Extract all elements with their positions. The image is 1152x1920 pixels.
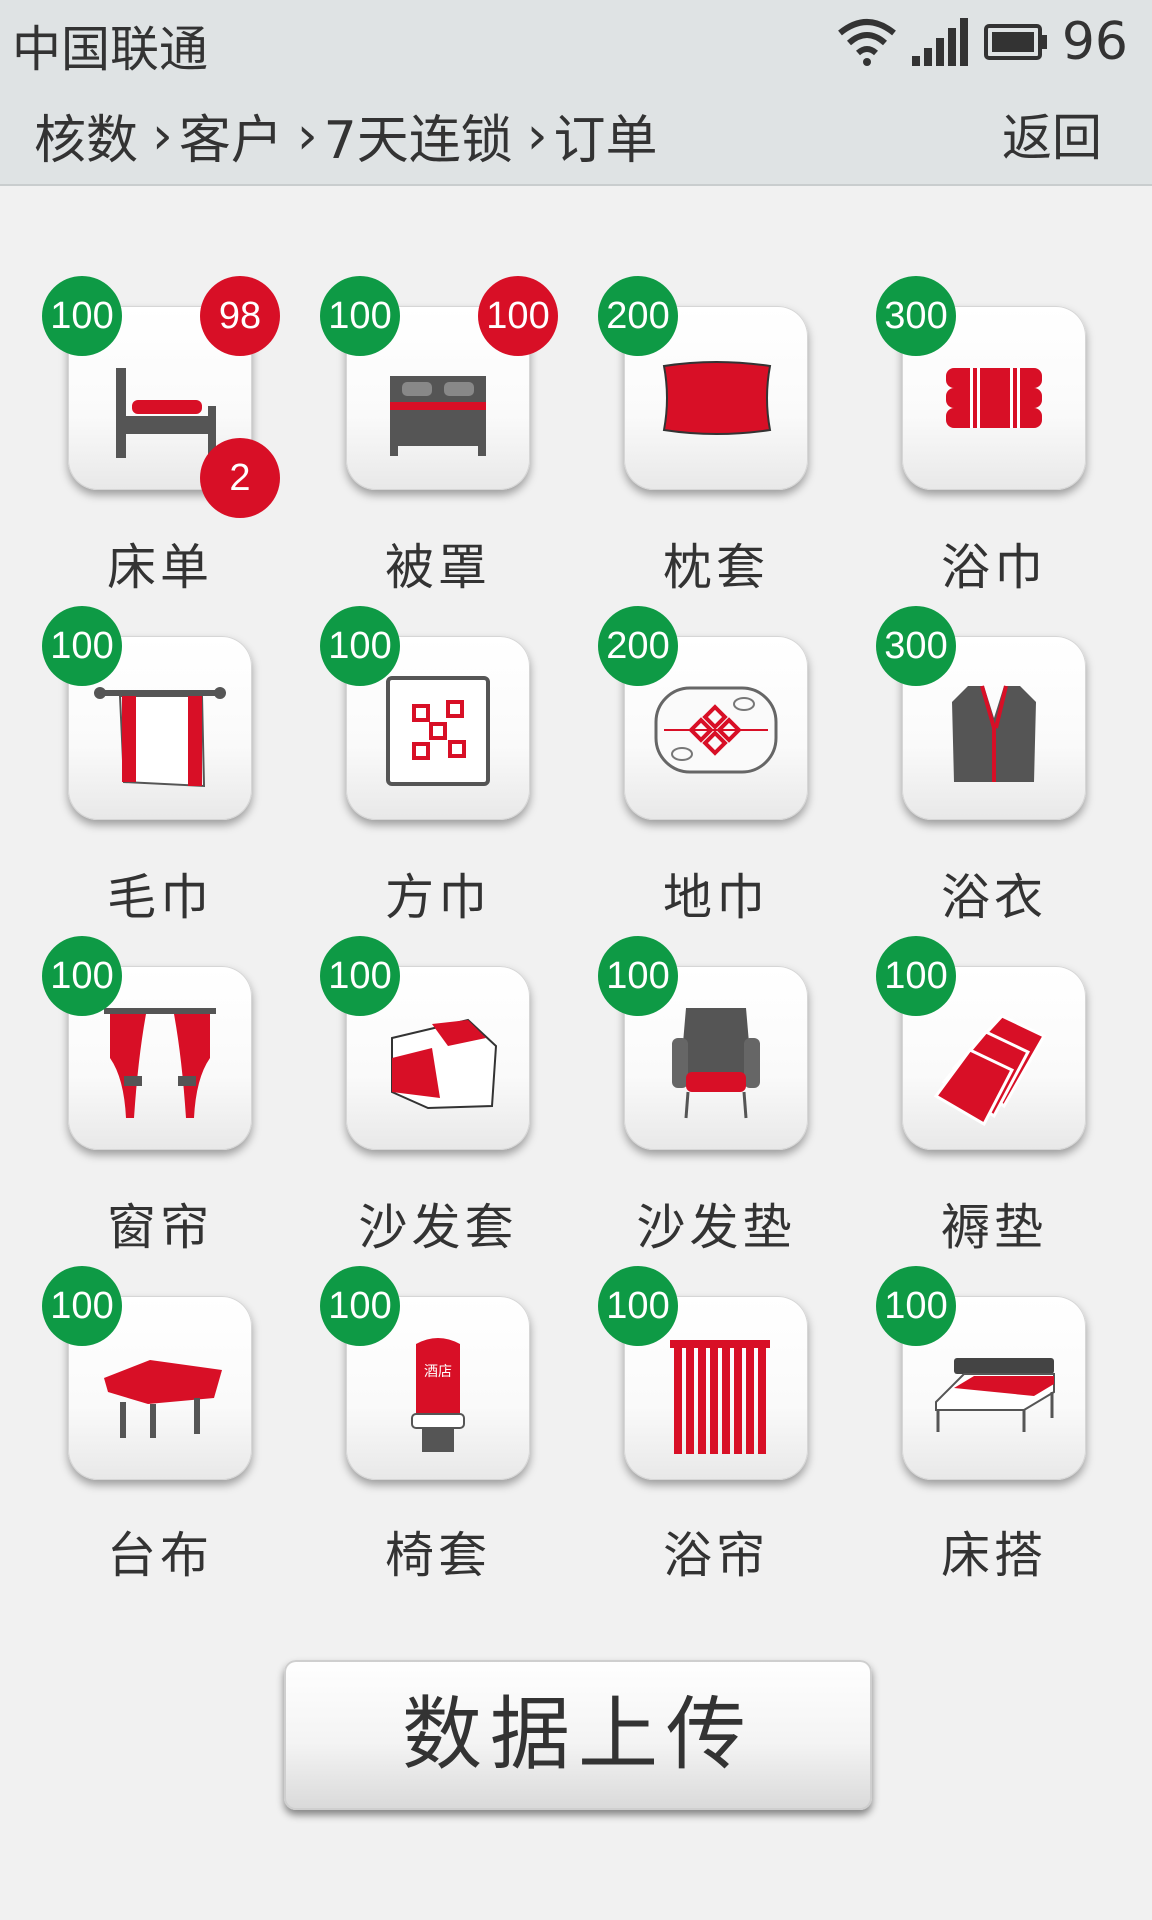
item-label: 毛巾 [106,869,213,926]
damaged-count-badge: 2 [200,438,280,518]
item-label: 台布 [106,1527,213,1584]
chevron-right-icon: › [526,105,548,166]
chair-cover-text: 酒店 [424,1364,452,1380]
item-tile-tablecloth[interactable]: 100 [42,1266,252,1480]
breadcrumb-item[interactable]: 核数 [34,98,138,173]
quantity-badge: 200 [598,276,678,356]
face-cloth-icon [386,676,490,786]
item-tile-curtain[interactable]: 100 [42,936,252,1150]
hand-towel-icon [94,687,226,788]
back-button[interactable]: 返回 [1002,98,1102,170]
item-label: 方巾 [384,869,491,926]
bed-sheet-icon [116,368,216,458]
item-label: 床搭 [940,1527,1047,1584]
item-label: 窗帘 [106,1199,213,1256]
bathrobe-icon [952,685,1036,782]
item-tile-bed-runner[interactable]: 100 [876,1266,1086,1480]
upload-data-button[interactable]: 数据上传 [284,1660,872,1810]
quantity-badge: 100 [42,936,122,1016]
item-label: 被罩 [384,539,491,596]
quantity-badge: 100 [42,1266,122,1346]
battery-level: 96 [1061,12,1128,72]
item-tile-floor-mat[interactable]: 200 [598,606,808,820]
curtain-icon [104,1008,216,1118]
item-label: 沙发套 [358,1199,518,1256]
quantity-badge: 100 [320,276,400,356]
quantity-badge: 100 [876,1266,956,1346]
item-tile-pillowcase[interactable]: 200 [598,276,808,490]
duvet-cover-icon [390,376,486,456]
chevron-right-icon: › [152,105,173,166]
item-label: 地巾 [662,869,769,926]
pending-count-badge: 98 [200,276,280,356]
item-label: 浴帘 [662,1527,769,1584]
item-tile-sofa-cushion[interactable]: 100 [598,936,808,1150]
top-bar: 中国联通 96 核数 › 客户 › 7天连锁 › 订单 返回 [0,0,1152,186]
pending-count-badge: 100 [478,276,558,356]
sofa-cushion-icon [672,1008,760,1119]
quantity-badge: 200 [598,606,678,686]
breadcrumb: 核数 › 客户 › 7天连锁 › 订单 [34,98,658,173]
item-tile-sofa-cover[interactable]: 100 [320,936,530,1150]
battery-icon [983,24,1047,60]
quantity-badge: 100 [320,606,400,686]
mattress-pad-icon [933,1014,1047,1127]
item-label: 椅套 [384,1527,491,1584]
item-label: 褥垫 [940,1199,1047,1256]
item-tile-mattress-pad[interactable]: 100 [876,936,1086,1150]
tablecloth-icon [104,1360,222,1438]
status-icons: 96 [836,12,1128,72]
breadcrumb-item[interactable]: 客户 [179,98,283,173]
quantity-badge: 300 [876,276,956,356]
item-label: 床单 [106,539,213,596]
bed-runner-icon [935,1358,1055,1432]
item-tile-bathrobe[interactable]: 300 [876,606,1086,820]
chair-cover-icon: 酒店 [411,1338,465,1452]
item-tile-chair-cover[interactable]: 酒店 100 [320,1266,530,1480]
quantity-badge: 100 [598,936,678,1016]
wifi-icon [837,19,896,66]
pillowcase-icon [662,361,772,435]
item-tile-bed-sheet[interactable]: 100 98 2 [42,276,280,518]
item-tile-shower-curtain[interactable]: 100 [598,1266,808,1480]
item-tile-face-cloth[interactable]: 100 [320,606,530,820]
sofa-cover-icon [391,1018,498,1110]
chevron-right-icon: › [296,105,318,166]
breadcrumb-item[interactable]: 7天连锁 [324,98,513,173]
item-tile-bath-towel[interactable]: 300 [876,276,1086,490]
quantity-badge: 100 [42,606,122,686]
carrier-name: 中国联通 [12,21,209,78]
shower-curtain-icon [670,1340,770,1454]
breadcrumb-item: 订单 [553,111,658,171]
quantity-badge: 100 [598,1266,678,1346]
item-label: 浴巾 [940,539,1047,596]
quantity-badge: 100 [876,936,956,1016]
quantity-badge: 100 [42,276,122,356]
floor-mat-icon [654,686,778,774]
signal-icon [911,18,968,66]
item-label: 枕套 [662,539,769,596]
bath-towel-icon [946,368,1042,428]
item-tile-hand-towel[interactable]: 100 [42,606,252,820]
item-label: 沙发垫 [636,1199,796,1256]
quantity-badge: 300 [876,606,956,686]
item-label: 浴衣 [940,869,1047,926]
quantity-badge: 100 [320,936,400,1016]
quantity-badge: 100 [320,1266,400,1346]
item-tile-duvet-cover[interactable]: 100 100 [320,276,558,490]
